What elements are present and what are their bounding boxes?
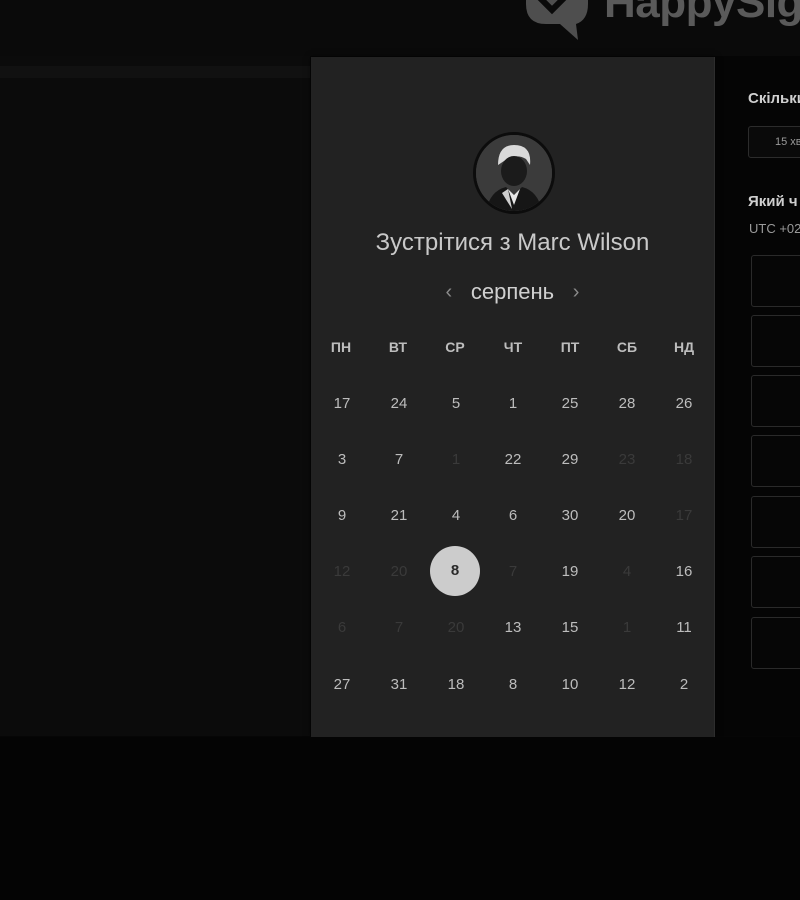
calendar-day-disabled: 1 (622, 619, 632, 636)
logo[interactable]: HappySig (520, 0, 800, 44)
time-slot[interactable] (751, 315, 800, 367)
weekday-sun: НД (673, 339, 695, 355)
weekday-sat: СБ (616, 339, 638, 355)
calendar-day[interactable]: 10 (545, 660, 595, 710)
calendar-day[interactable]: 18 (431, 660, 481, 710)
calendar-day-disabled: 7 (394, 619, 404, 636)
calendar-day[interactable]: 20 (602, 491, 652, 541)
time-slot[interactable] (751, 375, 800, 427)
calendar-day[interactable]: 8 (488, 660, 538, 710)
prev-month-arrow-icon[interactable]: ‹ (437, 281, 461, 304)
calendar-day-disabled: 1 (451, 451, 461, 468)
calendar-day[interactable]: 2 (659, 660, 709, 710)
time-slot[interactable] (751, 556, 800, 608)
left-panel-divider (0, 66, 310, 78)
calendar-day[interactable]: 1 (488, 379, 538, 429)
calendar-day[interactable]: 19 (545, 547, 595, 597)
weekday-mon: ПН (330, 339, 352, 355)
calendar-day[interactable]: 24 (374, 379, 424, 429)
calendar-day-selected[interactable]: 8 (430, 546, 480, 596)
calendar-day[interactable]: 3 (317, 435, 367, 485)
logo-icon (526, 0, 588, 40)
left-panel (0, 56, 310, 736)
calendar-day-disabled: 7 (508, 563, 518, 580)
booking-card: Зустрітися з Marc Wilson ‹ серпень › ПН … (311, 57, 715, 737)
page: HappySig Зустрітися з Marc Wilson ‹ серп… (0, 0, 800, 900)
calendar-day[interactable]: 29 (545, 435, 595, 485)
calendar-day[interactable]: 26 (659, 379, 709, 429)
next-month-arrow-icon[interactable]: › (564, 281, 588, 304)
calendar-day[interactable]: 6 (488, 491, 538, 541)
calendar-day[interactable]: 28 (602, 379, 652, 429)
calendar-day-disabled: 20 (390, 563, 408, 580)
avatar-image (476, 135, 552, 211)
calendar-day-disabled: 4 (622, 563, 632, 580)
weekday-tue: ВТ (388, 339, 408, 355)
top-bar: HappySig (0, 0, 800, 56)
calendar-day[interactable]: 30 (545, 491, 595, 541)
calendar-day[interactable]: 4 (431, 491, 481, 541)
page-footer-area (0, 737, 800, 900)
calendar-day[interactable]: 27 (317, 660, 367, 710)
calendar-day[interactable]: 9 (317, 491, 367, 541)
time-slot[interactable] (751, 617, 800, 669)
calendar-day[interactable]: 12 (602, 660, 652, 710)
host-avatar (473, 132, 555, 214)
calendar-day[interactable]: 16 (659, 547, 709, 597)
calendar-day[interactable]: 22 (488, 435, 538, 485)
calendar-day-disabled: 6 (337, 619, 347, 636)
weekday-thu: ЧТ (503, 339, 523, 355)
calendar-day[interactable]: 17 (317, 379, 367, 429)
calendar-day[interactable]: 13 (488, 603, 538, 653)
meeting-title: Зустрітися з Marc Wilson (375, 229, 650, 256)
calendar-day[interactable]: 5 (431, 379, 481, 429)
calendar-day[interactable]: 15 (545, 603, 595, 653)
calendar-day-disabled: 17 (675, 507, 693, 524)
calendar-day[interactable]: 25 (545, 379, 595, 429)
calendar-day-disabled: 20 (447, 619, 465, 636)
time-slot[interactable] (751, 435, 800, 487)
calendar-day-disabled: 18 (675, 451, 693, 468)
calendar-day[interactable]: 7 (374, 435, 424, 485)
month-navigation: ‹ серпень › (311, 279, 714, 305)
weekday-fri: ПТ (560, 339, 580, 355)
logo-text: HappySig (604, 0, 800, 27)
duration-select[interactable]: 15 хв (748, 126, 800, 158)
calendar-day[interactable]: 21 (374, 491, 424, 541)
weekday-wed: СР (445, 339, 465, 355)
time-slot[interactable] (751, 255, 800, 307)
time-heading: Який ч (748, 193, 798, 210)
timezone-label[interactable]: UTC +02 (749, 221, 800, 236)
calendar-day-disabled: 12 (333, 563, 351, 580)
calendar-day-disabled: 23 (618, 451, 636, 468)
calendar-day[interactable]: 31 (374, 660, 424, 710)
duration-heading: Скільки (748, 90, 800, 107)
month-label: серпень (470, 279, 555, 304)
time-slot[interactable] (751, 496, 800, 548)
calendar-day[interactable]: 11 (659, 603, 709, 653)
